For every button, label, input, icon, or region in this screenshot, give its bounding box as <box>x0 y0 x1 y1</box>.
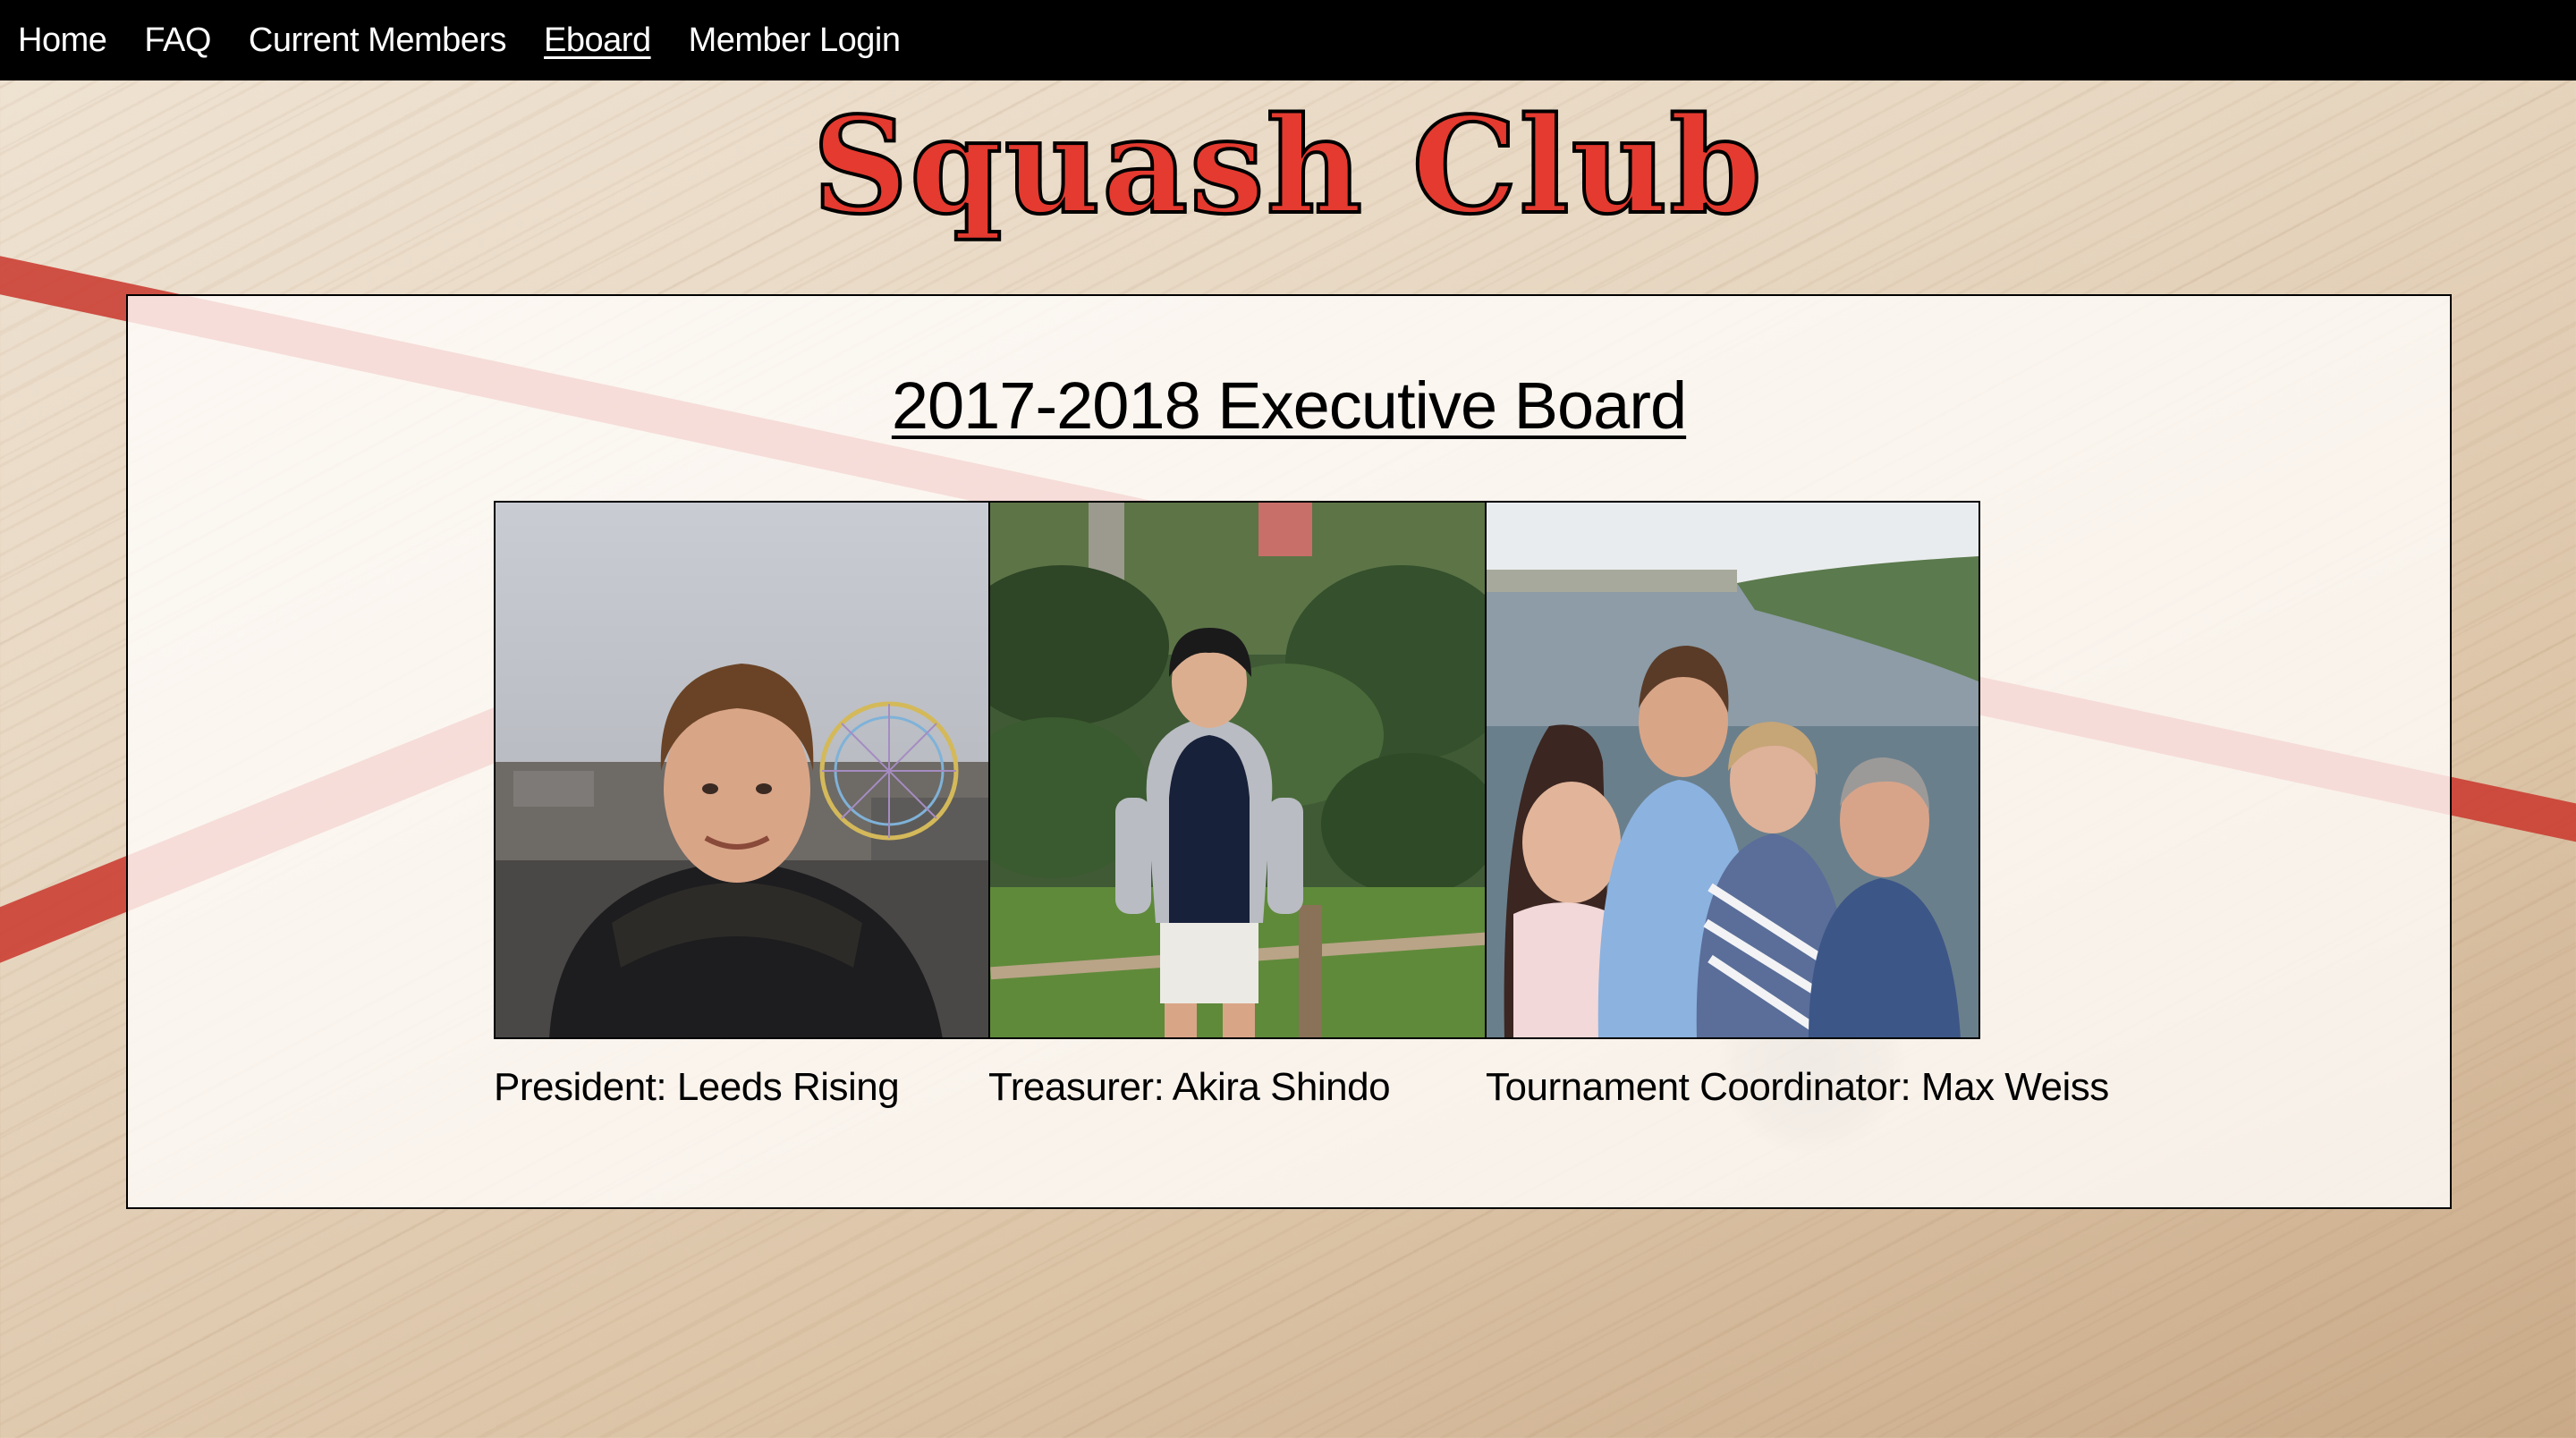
treasurer-caption: Treasurer: Akira Shindo <box>988 1065 1391 1109</box>
page-heading: 2017-2018 Executive Board <box>891 368 1687 443</box>
eboard-panel: 2017-2018 Executive Board President: Lee… <box>126 294 2452 1209</box>
nav-link-member-login[interactable]: Member Login <box>689 21 901 60</box>
eboard-photo-strip <box>494 501 1980 1039</box>
nav-link-eboard[interactable]: Eboard <box>544 21 651 60</box>
top-nav-bar: Home FAQ Current Members Eboard Member L… <box>0 0 2576 80</box>
president-caption: President: Leeds Rising <box>494 1065 900 1109</box>
tournament-coordinator-caption: Tournament Coordinator: Max Weiss <box>1486 1065 2109 1109</box>
treasurer-photo <box>990 503 1487 1037</box>
tournament-coordinator-photo <box>1487 503 1979 1037</box>
nav-link-faq[interactable]: FAQ <box>144 21 211 60</box>
site-title: Squash Club <box>810 88 1764 243</box>
president-photo <box>496 503 990 1037</box>
nav-link-home[interactable]: Home <box>18 21 107 60</box>
nav-link-current-members[interactable]: Current Members <box>249 21 507 60</box>
